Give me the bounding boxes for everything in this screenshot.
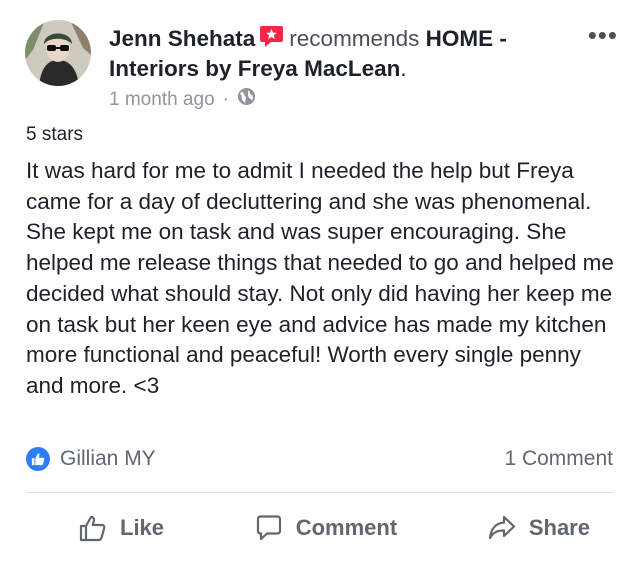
post-meta: 1 month ago · — [109, 87, 256, 112]
comment-button[interactable]: Comment — [254, 513, 397, 543]
rating-text: 5 stars — [26, 124, 84, 145]
divider — [26, 492, 614, 493]
post-header: Jenn Shehata recommends HOME - Interiors … — [109, 24, 569, 84]
comment-label: Comment — [295, 515, 398, 540]
more-options-button[interactable]: ••• — [588, 22, 618, 48]
thumbs-up-icon — [79, 515, 106, 542]
recommends-text: recommends — [289, 26, 420, 51]
reaction-names[interactable]: Gillian MY — [60, 447, 156, 471]
globe-icon[interactable] — [237, 87, 256, 112]
reactions-summary[interactable]: Gillian MY — [26, 447, 156, 471]
author-name[interactable]: Jenn Shehata — [109, 26, 255, 51]
like-button[interactable]: Like — [78, 513, 164, 543]
meta-separator: · — [222, 88, 229, 110]
page-name-period: . — [400, 56, 407, 81]
share-label: Share — [528, 515, 590, 540]
review-text: It was hard for me to admit I needed the… — [26, 158, 614, 398]
like-label: Like — [120, 515, 165, 540]
comment-count[interactable]: 1 Comment — [504, 447, 613, 471]
recommendation-icon — [259, 24, 284, 49]
like-icon — [26, 447, 50, 471]
avatar[interactable] — [25, 20, 91, 86]
action-bar: Like Comment Share — [26, 506, 614, 550]
share-icon — [488, 515, 515, 540]
timestamp[interactable]: 1 month ago — [109, 89, 215, 111]
share-button[interactable]: Share — [487, 513, 590, 543]
comment-icon — [256, 515, 281, 541]
